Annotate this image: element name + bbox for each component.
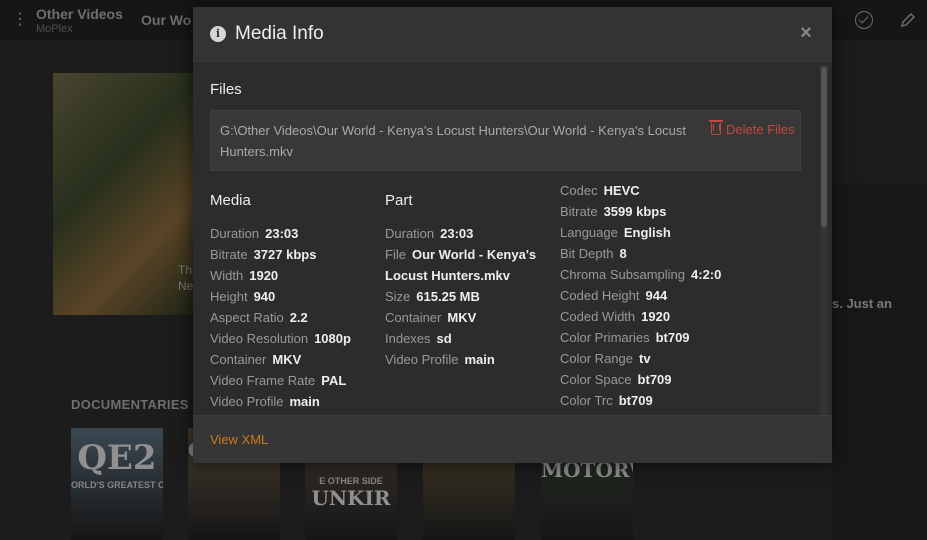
property-label: Codec	[560, 183, 598, 198]
property-label: Bit Depth	[560, 246, 614, 261]
property-value: 944	[645, 288, 668, 303]
property-value: sd	[436, 331, 452, 346]
property-value: 1920	[641, 309, 671, 324]
property-value: main	[464, 352, 495, 367]
property-row: Width 1920	[210, 265, 351, 286]
property-value: 1080p	[314, 331, 351, 346]
property-label: Color Space	[560, 372, 632, 387]
property-row: Bit Depth 8	[560, 243, 721, 264]
property-value: Our World - Kenya's Locust Hunters.mkv	[385, 247, 537, 283]
view-xml-link[interactable]: View XML	[210, 432, 268, 447]
property-value: bt709	[618, 393, 653, 408]
property-label: Container	[385, 310, 442, 325]
property-row: Color Space bt709	[560, 369, 721, 390]
property-label: Chroma Subsampling	[560, 267, 686, 282]
property-row: Color Primaries bt709	[560, 327, 721, 348]
property-value: MKV	[272, 352, 302, 367]
property-label: Video Profile	[385, 352, 459, 367]
part-heading: Part	[385, 192, 413, 209]
property-value: 23:03	[265, 226, 299, 241]
property-value: PAL	[321, 373, 347, 388]
property-label: Container	[210, 352, 267, 367]
property-value: MKV	[447, 310, 477, 325]
property-row: Color Range tv	[560, 348, 721, 369]
file-entry: G:\Other Videos\Our World - Kenya's Locu…	[210, 110, 801, 171]
modal-header: i Media Info ×	[193, 7, 832, 62]
modal-body[interactable]: Files G:\Other Videos\Our World - Kenya'…	[193, 62, 832, 415]
media-heading: Media	[210, 192, 251, 209]
property-value: bt709	[637, 372, 672, 387]
property-row: Video Profile main	[210, 391, 351, 412]
modal-footer: View XML	[193, 415, 832, 463]
close-icon[interactable]: ×	[799, 23, 813, 43]
property-label: Color Primaries	[560, 330, 650, 345]
property-value: 2.2	[289, 310, 308, 325]
property-label: Indexes	[385, 331, 431, 346]
property-row: File Our World - Kenya's Locust Hunters.m…	[385, 244, 555, 286]
property-value: main	[289, 394, 320, 409]
property-row: Language English	[560, 222, 721, 243]
property-label: Bitrate	[210, 247, 248, 262]
property-row: Duration 23:03	[385, 223, 555, 244]
property-value: 615.25 MB	[416, 289, 480, 304]
property-row: Aspect Ratio 2.2	[210, 307, 351, 328]
property-row: Container MKV	[385, 307, 555, 328]
property-label: Language	[560, 225, 618, 240]
property-label: Coded Height	[560, 288, 640, 303]
property-row: Chroma Subsampling 4:2:0	[560, 264, 721, 285]
property-row: Codec HEVC	[560, 180, 721, 201]
property-value: 940	[253, 289, 276, 304]
info-icon: i	[210, 26, 226, 42]
property-row: Video Resolution 1080p	[210, 328, 351, 349]
file-path: G:\Other Videos\Our World - Kenya's Locu…	[220, 123, 686, 159]
property-value: 3727 kbps	[253, 247, 317, 262]
media-info-modal: i Media Info × Files G:\Other Videos\Our…	[193, 7, 832, 463]
property-row: Height 940	[210, 286, 351, 307]
property-row: Size 615.25 MB	[385, 286, 555, 307]
property-row: Bitrate 3727 kbps	[210, 244, 351, 265]
trash-icon	[709, 120, 723, 135]
stream-column: Codec HEVC Bitrate 3599 kbps Language English…	[560, 180, 721, 411]
property-row: Coded Height 944	[560, 285, 721, 306]
modal-title: Media Info	[235, 23, 324, 44]
property-label: Duration	[210, 226, 260, 241]
property-value: English	[623, 225, 671, 240]
property-row: Video Frame Rate PAL	[210, 370, 351, 391]
delete-files-label: Delete Files	[726, 122, 795, 137]
property-value: 23:03	[440, 226, 474, 241]
property-value: tv	[639, 351, 651, 366]
property-label: Duration	[385, 226, 435, 241]
property-label: Video Frame Rate	[210, 373, 316, 388]
scrollbar-thumb[interactable]	[821, 67, 827, 227]
property-row: Container MKV	[210, 349, 351, 370]
delete-files-button[interactable]: Delete Files	[709, 120, 795, 137]
property-value: 4:2:0	[691, 267, 722, 282]
property-label: Width	[210, 268, 244, 283]
property-label: Bitrate	[560, 204, 598, 219]
property-row: Color Trc bt709	[560, 390, 721, 411]
property-value: HEVC	[603, 183, 640, 198]
files-heading: Files	[210, 81, 242, 98]
property-row: Video Profile main	[385, 349, 555, 370]
property-value: 3599 kbps	[603, 204, 667, 219]
property-label: Aspect Ratio	[210, 310, 284, 325]
property-value: bt709	[655, 330, 690, 345]
property-row: Coded Width 1920	[560, 306, 721, 327]
part-column: Part Duration 23:03 File Our World - Kenya'…	[385, 192, 555, 370]
property-label: Height	[210, 289, 248, 304]
property-label: Color Range	[560, 351, 633, 366]
property-label: File	[385, 247, 406, 262]
property-value: 1920	[249, 268, 279, 283]
media-column: Media Duration 23:03 Bitrate 3727 kbps Width…	[210, 192, 351, 412]
property-label: Video Resolution	[210, 331, 309, 346]
property-row: Indexes sd	[385, 328, 555, 349]
property-label: Size	[385, 289, 411, 304]
property-value: 8	[619, 246, 627, 261]
property-label: Video Profile	[210, 394, 284, 409]
property-row: Bitrate 3599 kbps	[560, 201, 721, 222]
property-label: Color Trc	[560, 393, 613, 408]
property-row: Duration 23:03	[210, 223, 351, 244]
property-label: Coded Width	[560, 309, 636, 324]
